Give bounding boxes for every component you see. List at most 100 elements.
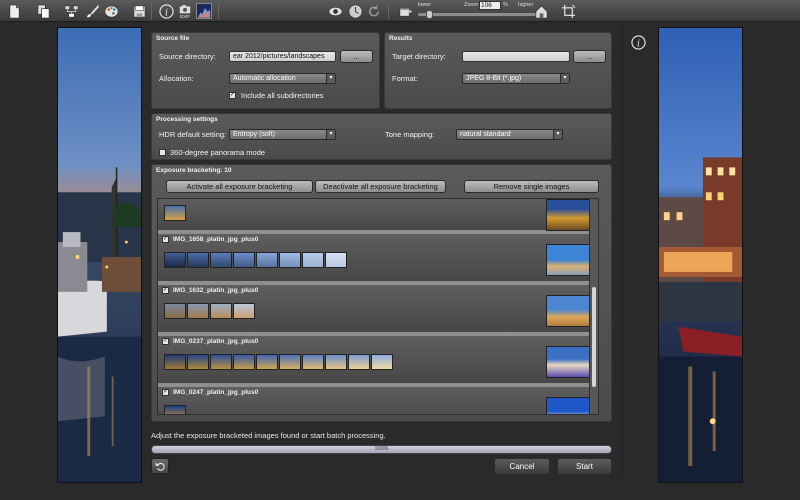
house-icon[interactable] <box>533 3 549 19</box>
thumbnail[interactable] <box>325 252 347 268</box>
tone-mapping-select[interactable]: natural standard ▾ <box>456 129 563 140</box>
hdr-default-select[interactable]: Entropy (soft) ▾ <box>229 129 336 140</box>
result-preview[interactable] <box>546 397 590 414</box>
thumbnail[interactable] <box>233 252 255 268</box>
deactivate-all-button[interactable]: Deactivate all exposure bracketing <box>315 180 446 193</box>
info-icon[interactable]: i <box>158 3 174 19</box>
row-checkbox[interactable]: ✓ <box>162 389 169 396</box>
progress-label: 100% <box>374 446 389 452</box>
result-preview[interactable] <box>546 346 590 378</box>
toolbar: i EXIF lower Zoom 106 % higher <box>0 0 800 22</box>
cancel-button[interactable]: Cancel <box>494 458 550 475</box>
remove-single-images-button[interactable]: Remove single images <box>464 180 599 193</box>
zoom-input[interactable]: 106 <box>479 1 501 10</box>
result-preview[interactable] <box>546 244 590 276</box>
clock-icon[interactable] <box>347 3 363 19</box>
thumbnail[interactable] <box>256 354 278 370</box>
undo-button[interactable] <box>151 458 169 474</box>
copy-icon[interactable] <box>35 3 51 19</box>
source-browse-button[interactable]: ... <box>340 50 373 63</box>
include-subdirectories-label: Include all subdirectories <box>241 91 324 100</box>
thumbnail[interactable] <box>164 354 186 370</box>
zoom-slider-thumb[interactable] <box>426 10 433 19</box>
row-checkbox[interactable]: ✓ <box>162 338 169 345</box>
bracket-row[interactable] <box>158 199 594 232</box>
zoom-label: Zoom <box>464 2 479 8</box>
eye-icon[interactable] <box>327 3 343 19</box>
thumbnail[interactable] <box>302 354 324 370</box>
bracket-row[interactable]: ✓ IMG_1658_platin_jpg_plus0 <box>158 234 594 283</box>
exif-label: EXIF <box>179 13 190 19</box>
chevron-down-icon: ▾ <box>326 130 335 139</box>
thumbnail[interactable] <box>210 303 232 319</box>
thumbnail[interactable] <box>302 252 324 268</box>
redo-icon[interactable] <box>366 3 382 19</box>
bracket-row[interactable]: ✓ IMG_0247_platin_jpg_plus0 <box>158 387 594 414</box>
thumbnail[interactable] <box>348 354 370 370</box>
results-title: Results <box>389 35 413 42</box>
thumbnail[interactable] <box>371 354 393 370</box>
thumbnail[interactable] <box>233 354 255 370</box>
target-directory-field[interactable] <box>462 51 570 62</box>
thumbnail[interactable] <box>279 354 301 370</box>
save-icon[interactable] <box>131 3 147 19</box>
thumbnail[interactable] <box>187 354 209 370</box>
thumbnail[interactable] <box>210 252 232 268</box>
format-select[interactable]: JPEG 8-Bit (*.jpg) ▾ <box>462 73 570 84</box>
source-file-title: Source file <box>156 35 190 42</box>
allocation-label: Allocation: <box>159 74 194 83</box>
row-checkbox[interactable]: ✓ <box>162 287 169 294</box>
target-browse-button[interactable]: ... <box>573 50 606 63</box>
palette-icon[interactable] <box>103 3 119 19</box>
thumbnail[interactable] <box>279 252 301 268</box>
thumbnail[interactable] <box>210 354 232 370</box>
thumbnail[interactable] <box>233 303 255 319</box>
activate-all-button[interactable]: Activate all exposure bracketing <box>166 180 313 193</box>
tone-mapping-value: natural standard <box>460 131 511 138</box>
info-panel-button[interactable]: i <box>630 34 646 50</box>
window-icon[interactable] <box>397 3 413 19</box>
row-checkbox[interactable]: ✓ <box>162 236 169 243</box>
format-value: JPEG 8-Bit (*.jpg) <box>466 75 522 82</box>
thumbnail[interactable] <box>187 303 209 319</box>
row-title: IMG_1658_platin_jpg_plus0 <box>173 236 259 243</box>
hdr-default-label: HDR default setting: <box>159 130 227 139</box>
scrollbar-thumb[interactable] <box>592 287 596 387</box>
hdr-default-value: Entropy (soft) <box>233 131 276 138</box>
thumbnail[interactable] <box>256 252 278 268</box>
allocation-value: Automatic allocation <box>233 75 296 82</box>
processing-settings-title: Processing settings <box>156 116 218 123</box>
undo-icon <box>155 461 165 471</box>
thumbnail[interactable] <box>164 252 186 268</box>
bracket-row[interactable]: ✓ IMG_1632_platin_jpg_plus0 <box>158 285 594 334</box>
bracket-row[interactable]: ✓ IMG_0237_platin_jpg_plus0 <box>158 336 594 385</box>
chevron-down-icon: ▾ <box>553 130 562 139</box>
hierarchy-icon[interactable] <box>63 3 79 19</box>
histogram-icon[interactable] <box>196 3 212 19</box>
processing-settings-group: Processing settings HDR default setting:… <box>151 113 612 160</box>
brush-icon[interactable] <box>84 3 100 19</box>
result-preview[interactable] <box>546 199 590 231</box>
progress-bar: 100% <box>151 445 612 454</box>
exif-icon[interactable]: EXIF <box>177 3 193 19</box>
bracketing-list-scrollbar[interactable] <box>589 198 599 415</box>
thumbnail[interactable] <box>325 354 347 370</box>
crop-icon[interactable] <box>560 3 576 19</box>
thumbnail[interactable] <box>164 303 186 319</box>
new-file-icon[interactable] <box>6 3 22 19</box>
chevron-down-icon: ▾ <box>326 74 335 83</box>
result-preview[interactable] <box>546 295 590 327</box>
start-button[interactable]: Start <box>557 458 612 475</box>
preview-image-right <box>658 27 743 483</box>
source-directory-field[interactable]: ear 2012/pictures/landscapes <box>229 51 336 62</box>
allocation-select[interactable]: Automatic allocation ▾ <box>229 73 336 84</box>
include-subdirectories-checkbox[interactable]: ✓ <box>229 92 236 99</box>
toolbar-separator <box>388 3 389 19</box>
chevron-down-icon: ▾ <box>560 74 569 83</box>
thumbnail[interactable] <box>187 252 209 268</box>
panorama-mode-checkbox[interactable] <box>159 149 166 156</box>
thumbnail[interactable] <box>164 205 186 221</box>
zoom-slider-track[interactable] <box>418 13 536 16</box>
source-file-group: Source file Source directory: ear 2012/p… <box>151 32 380 109</box>
thumbnail[interactable] <box>164 405 186 414</box>
